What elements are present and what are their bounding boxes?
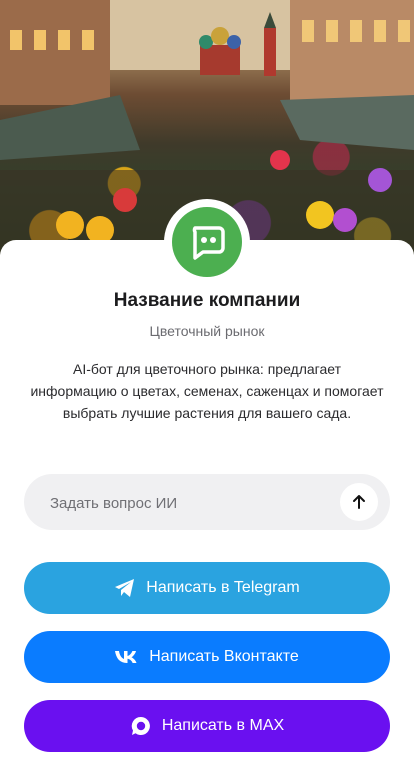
vk-icon <box>115 651 137 663</box>
company-description: AI-бот для цветочного рынка: предлагает … <box>30 361 384 421</box>
ask-ai-input[interactable] <box>48 474 352 532</box>
max-button[interactable]: Написать в MAX <box>24 700 390 752</box>
telegram-icon <box>115 579 135 597</box>
max-icon <box>131 716 150 735</box>
telegram-button[interactable]: Написать в Telegram <box>24 562 390 614</box>
avatar <box>172 207 242 277</box>
arrow-up-icon <box>353 495 365 509</box>
max-button-label: Написать в MAX <box>161 717 285 734</box>
vk-button[interactable]: Написать Вконтакте <box>24 631 390 683</box>
chat-bot-icon <box>192 226 225 260</box>
ask-ai-field <box>24 474 390 532</box>
send-button[interactable] <box>340 483 378 521</box>
company-category: Цветочный рынок <box>149 323 265 339</box>
vk-button-label: Написать Вконтакте <box>149 648 299 665</box>
telegram-button-label: Написать в Telegram <box>146 579 300 596</box>
company-name: Название компании <box>113 290 301 311</box>
